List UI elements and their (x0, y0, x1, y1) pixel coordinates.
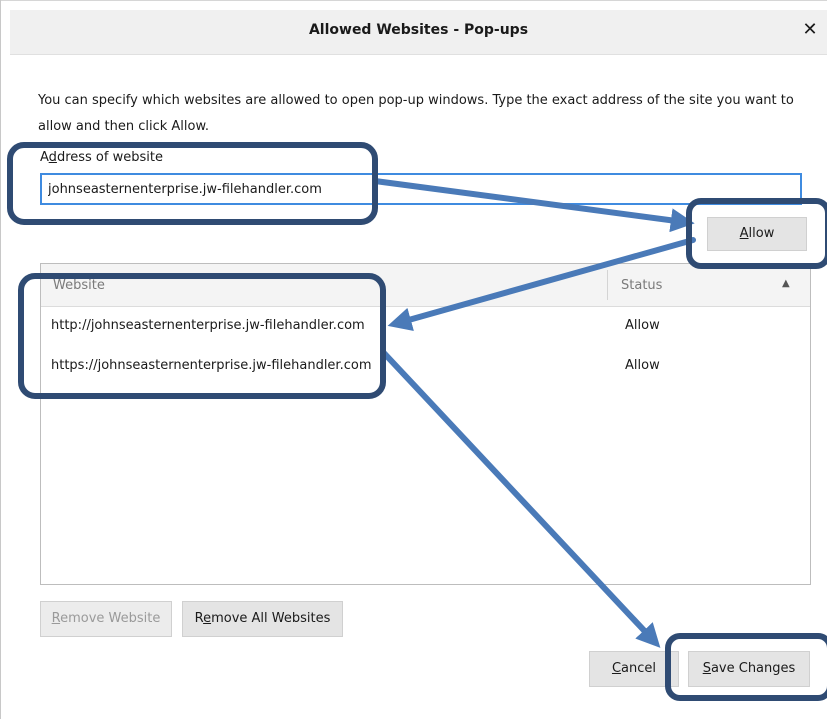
column-header-website[interactable]: Website (53, 278, 105, 293)
sort-ascending-icon[interactable]: ▲ (782, 278, 790, 289)
remove-website-button[interactable]: Remove Website (40, 601, 172, 637)
table-row[interactable]: http://johnseasternenterprise.jw-filehan… (41, 307, 810, 347)
column-header-status[interactable]: Status (621, 278, 662, 293)
dialog-titlebar: Allowed Websites - Pop-ups ✕ (10, 10, 827, 55)
dialog-description: You can specify which websites are allow… (38, 93, 794, 134)
websites-table: Website Status ▲ http://johnseasternente… (40, 263, 811, 585)
row-website: http://johnseasternenterprise.jw-filehan… (51, 318, 365, 333)
close-icon[interactable]: ✕ (799, 19, 821, 41)
row-status: Allow (625, 318, 660, 333)
table-header: Website Status ▲ (41, 264, 810, 307)
table-row[interactable]: https://johnseasternenterprise.jw-fileha… (41, 347, 810, 387)
cancel-button[interactable]: Cancel (589, 651, 679, 687)
row-status: Allow (625, 358, 660, 373)
frame-top-edge (0, 0, 827, 1)
row-website: https://johnseasternenterprise.jw-fileha… (51, 358, 372, 373)
column-separator[interactable] (607, 270, 608, 300)
save-changes-button[interactable]: Save Changes (688, 651, 810, 687)
frame-left-edge (0, 0, 1, 719)
allow-button[interactable]: Allow (707, 217, 807, 251)
dialog-title: Allowed Websites - Pop-ups (308, 22, 529, 38)
remove-all-websites-button[interactable]: Remove All Websites (182, 601, 343, 637)
address-input[interactable] (40, 173, 802, 205)
address-label: Address of website (40, 150, 163, 165)
